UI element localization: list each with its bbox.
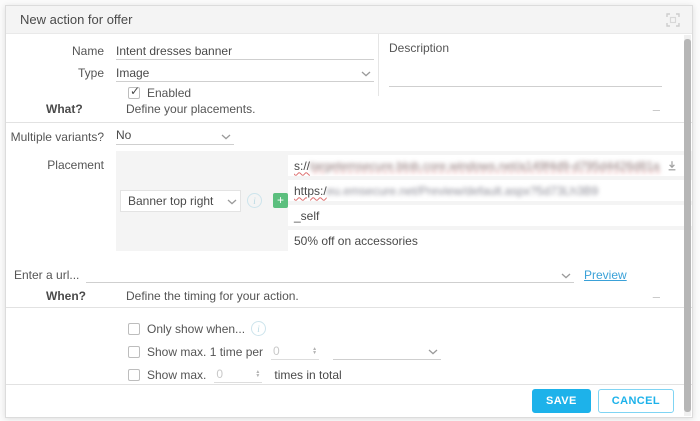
show-max-total-label: Show max. — [147, 368, 206, 382]
only-show-when-row: Only show when... i — [128, 317, 692, 340]
dialog-body: Name Intent dresses banner Type Image ✓ — [6, 34, 692, 386]
vertical-scrollbar[interactable] — [684, 35, 691, 416]
name-input[interactable]: Intent dresses banner — [116, 43, 374, 60]
type-row: Type Image — [6, 63, 378, 83]
total-count-stepper[interactable]: 0 ▲ ▼ — [214, 367, 262, 383]
url-row: Enter a url... Preview — [6, 265, 692, 285]
spinner-icons[interactable]: ▲ ▼ — [255, 370, 260, 378]
dialog-footer: SAVE CANCEL — [6, 384, 692, 417]
enabled-row: ✓ Enabled — [6, 85, 378, 101]
check-icon: ✓ — [130, 84, 140, 98]
new-action-dialog: New action for offer Name Intent dresses… — [5, 5, 693, 418]
description-label: Description — [389, 41, 662, 57]
name-row: Name Intent dresses banner — [6, 41, 378, 61]
add-placement-button[interactable]: + — [273, 193, 288, 208]
when-section-header: When? Define the timing for your action.… — [6, 285, 692, 308]
chevron-down-icon — [221, 134, 231, 140]
only-show-when-checkbox[interactable] — [128, 323, 140, 335]
dialog-title: New action for offer — [20, 12, 132, 27]
scrollbar-thumb[interactable] — [684, 39, 691, 412]
placement-label: Placement — [6, 151, 116, 172]
show-max-per-label: Show max. 1 time per — [147, 345, 263, 359]
link-url-row: https:/ eu.emsecure.net/Preview/default.… — [288, 180, 693, 201]
times-in-total-label: times in total — [274, 368, 341, 382]
info-icon: i — [247, 193, 262, 208]
image-url-row: s:// targetemsecure.blob.core.windows.ne… — [288, 155, 693, 176]
what-title: What? — [46, 102, 116, 116]
only-show-when-label: Only show when... — [147, 322, 245, 336]
placement-select[interactable]: Banner top right — [120, 190, 241, 212]
chevron-down-icon — [428, 349, 438, 355]
show-max-total-checkbox[interactable] — [128, 369, 140, 381]
cancel-button[interactable]: CANCEL — [598, 389, 674, 413]
placement-panel: Banner top right i + s:// targetemsecure… — [116, 151, 693, 251]
image-url-input[interactable]: s:// targetemsecure.blob.core.windows.ne… — [288, 155, 684, 176]
chevron-down-icon — [561, 273, 571, 279]
when-subtitle: Define the timing for your action. — [126, 289, 299, 303]
more-options-button[interactable]: ... — [692, 157, 693, 171]
obscured-text: eu.emsecure.net/Preview/default.aspx?5d7… — [327, 184, 599, 198]
info-icon: i — [251, 321, 266, 336]
multiple-variants-label: Multiple variants? — [6, 130, 116, 144]
target-row: _self — [288, 205, 693, 226]
link-url-input[interactable]: https:/ eu.emsecure.net/Preview/default.… — [288, 180, 693, 201]
timing-options: Only show when... i Show max. 1 time per… — [6, 308, 692, 386]
url-label: Enter a url... — [14, 268, 86, 282]
multiple-variants-select[interactable]: No — [116, 128, 234, 145]
dialog-header: New action for offer — [6, 6, 692, 34]
show-max-total-row: Show max. 0 ▲ ▼ times in total — [128, 363, 692, 386]
per-count-stepper[interactable]: 0 ▲ ▼ — [271, 344, 319, 360]
enabled-label: Enabled — [147, 86, 191, 100]
collapse-icon[interactable]: – — [653, 289, 660, 304]
description-textarea[interactable] — [389, 57, 662, 87]
insert-field-icon[interactable] — [660, 160, 678, 172]
show-max-per-checkbox[interactable] — [128, 346, 140, 358]
alt-text-row: 50% off on accessories — [288, 230, 693, 251]
url-input[interactable] — [86, 267, 574, 283]
spinner-icons[interactable]: ▲ ▼ — [312, 347, 317, 355]
chevron-down-icon — [227, 199, 237, 205]
placement-row: Placement Banner top right i + s — [6, 151, 692, 251]
obscured-text: targetemsecure.blob.core.windows.net/a14… — [310, 159, 660, 173]
when-title: When? — [46, 289, 116, 303]
target-select[interactable]: _self — [288, 205, 693, 226]
collapse-icon[interactable]: – — [653, 102, 660, 117]
save-button[interactable]: SAVE — [532, 389, 591, 413]
enabled-checkbox[interactable]: ✓ — [128, 87, 140, 99]
per-unit-select[interactable] — [333, 344, 441, 360]
chevron-down-icon — [361, 71, 371, 77]
preview-link[interactable]: Preview — [584, 268, 627, 282]
type-label: Type — [6, 66, 116, 80]
what-subtitle: Define your placements. — [126, 102, 255, 116]
top-form-area: Name Intent dresses banner Type Image ✓ — [6, 34, 692, 96]
alt-text-input[interactable]: 50% off on accessories — [288, 230, 693, 251]
multiple-variants-row: Multiple variants? No — [6, 123, 692, 150]
type-select[interactable]: Image — [116, 65, 374, 82]
show-max-per-row: Show max. 1 time per 0 ▲ ▼ — [128, 340, 692, 363]
expand-icon[interactable] — [666, 13, 680, 27]
name-label: Name — [6, 44, 116, 58]
